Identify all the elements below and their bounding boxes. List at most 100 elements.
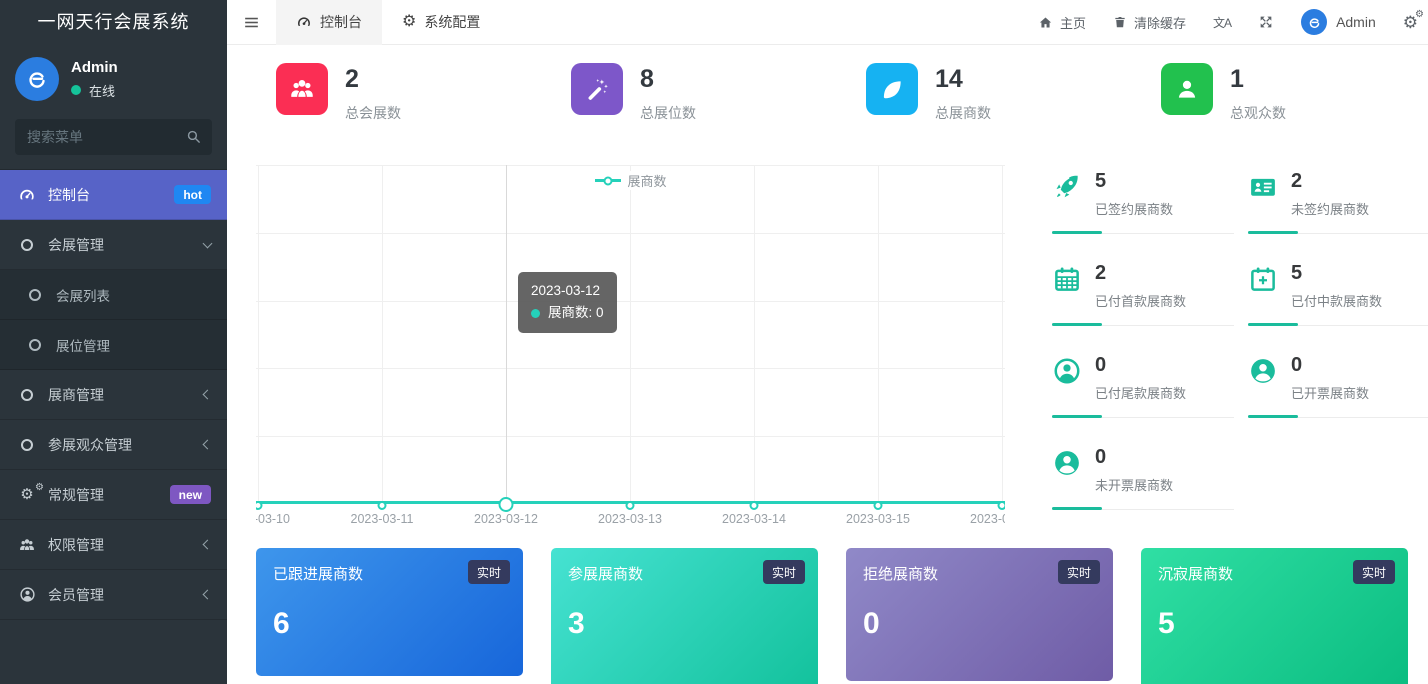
stat-total-exhibitions: 2 总会展数 xyxy=(276,63,571,123)
search-icon[interactable] xyxy=(185,128,202,145)
user-icon xyxy=(1161,63,1213,115)
detail-stat-value: 0 xyxy=(1095,354,1186,377)
user-name: Admin xyxy=(71,59,118,76)
app-title: 一网天行会展系统 xyxy=(0,0,227,45)
sidebar-item-exhibition-list[interactable]: 会展列表 xyxy=(0,270,227,320)
detail-stat-label: 已付中款展商数 xyxy=(1291,291,1382,310)
detail-stat-value: 5 xyxy=(1291,262,1382,285)
detail-stat-value: 0 xyxy=(1095,446,1173,469)
stat-label: 总展位数 xyxy=(640,103,696,123)
realtime-badge: 实时 xyxy=(763,560,805,584)
chart-gridline xyxy=(754,165,755,504)
card-value: 0 xyxy=(863,607,1096,641)
realtime-cards-row: 已跟进展商数 实时 6 参展展商数 实时 3 拒绝展商数 实时 0 沉寂展商数 … xyxy=(256,548,1408,684)
stat-value: 2 xyxy=(345,66,401,94)
chart-gridline xyxy=(258,165,259,504)
clear-cache-button[interactable]: 清除缓存 xyxy=(1113,13,1186,32)
navbar-user-name: Admin xyxy=(1336,14,1376,30)
card-followed-exhibitors: 已跟进展商数 实时 6 xyxy=(256,548,523,676)
card-value: 6 xyxy=(273,607,506,641)
language-icon[interactable]: 文A xyxy=(1213,14,1231,31)
fullscreen-icon[interactable] xyxy=(1258,14,1274,30)
brand-logo-icon xyxy=(25,67,49,91)
calendar-plus-icon xyxy=(1248,264,1278,310)
new-badge: new xyxy=(170,485,211,504)
detail-stat-underline xyxy=(1248,231,1428,234)
data-point-marker xyxy=(256,501,263,510)
tab-dashboard[interactable]: 控制台 xyxy=(276,0,382,45)
sidebar-item-dashboard[interactable]: 控制台 hot xyxy=(0,170,227,220)
circle-icon xyxy=(16,439,38,451)
trash-icon xyxy=(1113,15,1127,29)
chart-tooltip: 2023-03-12 展商数: 0 xyxy=(518,272,617,333)
brand-logo-icon xyxy=(1307,15,1322,30)
sidebar-item-member-mgmt[interactable]: 会员管理 xyxy=(0,570,227,620)
hot-badge: hot xyxy=(174,185,211,204)
cogs-icon[interactable]: ⚙⚙ xyxy=(1403,14,1418,31)
clear-cache-label: 清除缓存 xyxy=(1134,13,1186,32)
leaf-icon xyxy=(866,63,918,115)
sidebar-item-exhibitor-mgmt[interactable]: 展商管理 xyxy=(0,370,227,420)
id-card-icon xyxy=(1248,172,1278,218)
card-dormant-exhibitors: 沉寂展商数 实时 5 xyxy=(1141,548,1408,684)
chevron-left-icon xyxy=(203,590,213,600)
card-value: 3 xyxy=(568,607,801,641)
detail-stat-value: 2 xyxy=(1291,170,1369,193)
user-circle-filled-icon xyxy=(1248,356,1278,402)
sidebar-item-label: 会展列表 xyxy=(56,285,110,305)
chart-legend[interactable]: 展商数 xyxy=(589,171,671,190)
sidebar-item-label: 会展管理 xyxy=(48,235,104,255)
navbar-user-menu[interactable]: Admin xyxy=(1301,9,1376,35)
circle-icon xyxy=(24,339,46,351)
chart-x-axis: 2023-03-102023-03-112023-03-122023-03-13… xyxy=(258,512,1002,534)
user-circle-icon xyxy=(16,586,38,603)
user-status: 在线 xyxy=(71,81,118,100)
sidebar-item-permission-mgmt[interactable]: 权限管理 xyxy=(0,520,227,570)
sidebar-item-exhibition-mgmt[interactable]: 会展管理 xyxy=(0,220,227,270)
detail-stat-label: 未签约展商数 xyxy=(1291,199,1369,218)
detail-stat-underline xyxy=(1052,415,1234,418)
chart-gridline xyxy=(382,165,383,504)
navbar-actions: 主页 清除缓存 文A Admin ⚙⚙ xyxy=(1038,9,1428,35)
search-input[interactable] xyxy=(15,119,212,155)
sidebar-item-label: 会员管理 xyxy=(48,585,104,605)
stat-value: 1 xyxy=(1230,66,1286,94)
circle-icon xyxy=(16,239,38,251)
magic-wand-icon xyxy=(571,63,623,115)
chart-gridline xyxy=(630,165,631,504)
sidebar-item-visitor-mgmt[interactable]: 参展观众管理 xyxy=(0,420,227,470)
detail-stat-underline xyxy=(1052,507,1234,510)
tooltip-value: 展商数: 0 xyxy=(548,302,604,324)
tab-system-config[interactable]: ⚙ 系统配置 xyxy=(382,0,500,45)
circle-icon xyxy=(16,389,38,401)
legend-label: 展商数 xyxy=(627,171,666,190)
tooltip-series-dot-icon xyxy=(531,309,540,318)
sidebar-user-panel: Admin 在线 xyxy=(0,45,227,111)
detail-stat-label: 未开票展商数 xyxy=(1095,475,1173,494)
x-tick-label: 2023-03-14 xyxy=(722,512,786,526)
data-point-marker xyxy=(499,497,514,512)
sidebar-item-label: 展位管理 xyxy=(56,335,110,355)
sidebar-item-booth-mgmt[interactable]: 展位管理 xyxy=(0,320,227,370)
card-value: 5 xyxy=(1158,607,1391,641)
sidebar-toggle-button[interactable] xyxy=(227,13,276,32)
user-circle-filled-icon xyxy=(1052,448,1082,494)
detail-stat-item: 5 已签约展商数 xyxy=(1052,170,1248,262)
detail-stat-underline xyxy=(1052,231,1234,234)
chevron-left-icon xyxy=(203,440,213,450)
detail-stat-value: 5 xyxy=(1095,170,1173,193)
chevron-down-icon xyxy=(203,238,213,248)
users-icon xyxy=(16,536,38,554)
sidebar-item-general-mgmt[interactable]: ⚙⚙ 常规管理 new xyxy=(0,470,227,520)
stat-value: 14 xyxy=(935,66,991,94)
card-participating-exhibitors: 参展展商数 实时 3 xyxy=(551,548,818,684)
chart-gridlines-vertical xyxy=(258,165,1002,504)
detail-stat-label: 已付尾款展商数 xyxy=(1095,383,1186,402)
sidebar-menu: 控制台 hot 会展管理 会展列表 展位管理 展商管理 参展观众管理 ⚙⚙ xyxy=(0,169,227,620)
avatar[interactable] xyxy=(15,57,59,101)
main-content: 2 总会展数 8 总展位数 14 总展商数 1 总观众数 xyxy=(227,45,1428,684)
tooltip-date: 2023-03-12 xyxy=(531,280,604,302)
home-button[interactable]: 主页 xyxy=(1038,13,1086,32)
detail-stats-grid: 5 已签约展商数 2 未签约展商数 2 已付首款展商数 xyxy=(1052,170,1428,538)
gauge-icon xyxy=(296,14,312,30)
